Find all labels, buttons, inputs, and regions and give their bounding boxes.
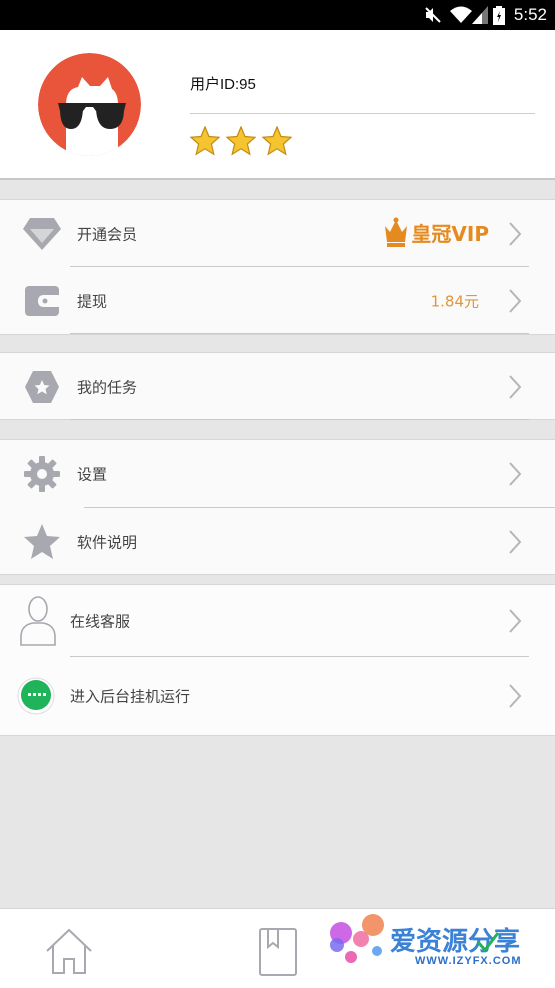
gear-icon: [22, 454, 62, 494]
wallet-icon: [22, 281, 62, 321]
person-icon: [18, 594, 58, 648]
star-icon: [22, 522, 62, 562]
battery-icon: [493, 6, 505, 25]
home-icon[interactable]: [44, 927, 94, 975]
user-id: 用户ID:95: [190, 76, 256, 93]
row-divider: [70, 333, 529, 334]
row-divider: [70, 419, 529, 420]
balance-value: 1.84元: [430, 292, 479, 310]
star-icon: [262, 126, 292, 156]
cat-sunglasses-avatar-icon: [38, 53, 141, 156]
tasks-label: 我的任务: [77, 378, 138, 396]
background-run-row[interactable]: 进入后台挂机运行: [0, 657, 555, 735]
avatar[interactable]: [38, 53, 141, 156]
chat-bubble-icon: [16, 676, 56, 716]
manual-label: 软件说明: [77, 533, 138, 552]
withdraw-label: 提现: [77, 292, 108, 310]
menu-group-account: 开通会员 皇冠VIP 提现 1.84元: [0, 199, 555, 335]
background-run-label: 进入后台挂机运行: [70, 687, 191, 706]
status-time: 5:52: [513, 5, 547, 24]
watermark-logo-icon: [330, 914, 384, 963]
withdraw-row[interactable]: 提现 1.84元: [0, 267, 555, 334]
profile-divider: [190, 113, 535, 114]
watermark-title: 爱资源分享: [390, 927, 521, 957]
support-row[interactable]: 在线客服: [0, 585, 555, 657]
wifi-icon: [450, 6, 472, 23]
menu-group-tasks: 我的任务: [0, 352, 555, 420]
profile-header: 用户ID:95: [0, 30, 555, 180]
vip-badge-text: 皇冠VIP: [411, 221, 489, 246]
check-icon[interactable]: [476, 929, 500, 955]
rating-stars: [190, 126, 292, 156]
settings-label: 设置: [77, 465, 108, 484]
chevron-right-icon: [509, 530, 522, 554]
bookmark-icon[interactable]: [258, 927, 298, 977]
bottom-nav: 爱资源分享 WWW.IZYFX.COM: [0, 908, 555, 988]
star-icon: [190, 126, 220, 156]
signal-icon: [472, 6, 488, 24]
vip-label: 开通会员: [77, 225, 138, 243]
chevron-right-icon: [509, 221, 522, 246]
mute-icon: [425, 7, 441, 23]
crown-vip-badge: 皇冠VIP: [383, 216, 489, 248]
support-label: 在线客服: [70, 612, 131, 631]
chevron-right-icon: [509, 374, 522, 399]
task-badge-icon: [22, 367, 62, 407]
tasks-row[interactable]: 我的任务: [0, 353, 555, 420]
manual-row[interactable]: 软件说明: [0, 508, 555, 576]
watermark-url: WWW.IZYFX.COM: [415, 955, 522, 967]
star-icon: [226, 126, 256, 156]
menu-group-service: 在线客服 进入后台挂机运行: [0, 584, 555, 736]
chevron-right-icon: [509, 684, 522, 708]
chevron-right-icon: [509, 609, 522, 633]
crown-icon: [385, 217, 408, 247]
chevron-right-icon: [509, 288, 522, 313]
menu-group-app: 设置 软件说明: [0, 439, 555, 575]
chevron-right-icon: [509, 462, 522, 486]
vip-row[interactable]: 开通会员 皇冠VIP: [0, 200, 555, 267]
settings-row[interactable]: 设置: [0, 440, 555, 508]
status-bar: 5:52: [0, 0, 555, 30]
diamond-icon: [22, 214, 62, 254]
